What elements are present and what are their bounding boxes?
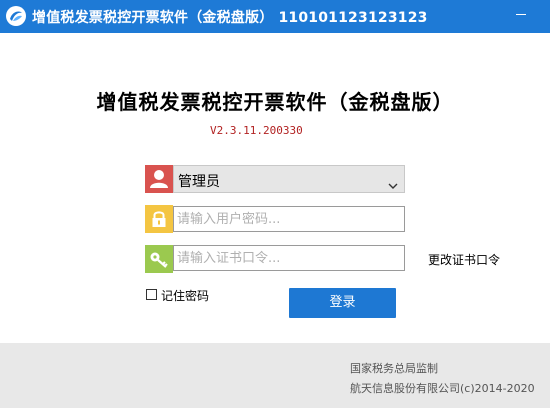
minimize-icon[interactable]: [508, 4, 534, 26]
user-icon: [145, 165, 173, 193]
window-title: 增值税发票税控开票软件（金税盘版） 110101123123123: [32, 10, 428, 26]
lock-icon: [145, 205, 173, 233]
change-certificate-link[interactable]: 更改证书口令: [428, 251, 500, 268]
login-window: 增值税发票税控开票软件（金税盘版） 110101123123123 增值税发票税…: [0, 0, 550, 408]
version-label: V2.3.11.200330: [210, 124, 303, 137]
supervision-text: 国家税务总局监制: [350, 362, 438, 375]
login-button[interactable]: 登录: [289, 288, 396, 318]
remember-password-checkbox[interactable]: [146, 289, 157, 300]
remember-password-label[interactable]: 记住密码: [161, 287, 209, 304]
key-icon: [145, 245, 173, 273]
certificate-input[interactable]: [173, 245, 405, 271]
chevron-down-icon[interactable]: [388, 175, 398, 194]
app-logo-icon: [6, 6, 26, 26]
footer: 国家税务总局监制 航天信息股份有限公司(c)2014-2020: [0, 343, 550, 408]
title-bar[interactable]: 增值税发票税控开票软件（金税盘版） 110101123123123: [0, 0, 550, 33]
user-select-value: 管理员: [178, 174, 220, 190]
user-select[interactable]: 管理员: [173, 165, 405, 193]
password-input[interactable]: [173, 206, 405, 232]
page-title: 增值税发票税控开票软件（金税盘版）: [96, 90, 454, 114]
copyright-text: 航天信息股份有限公司(c)2014-2020: [350, 382, 535, 395]
